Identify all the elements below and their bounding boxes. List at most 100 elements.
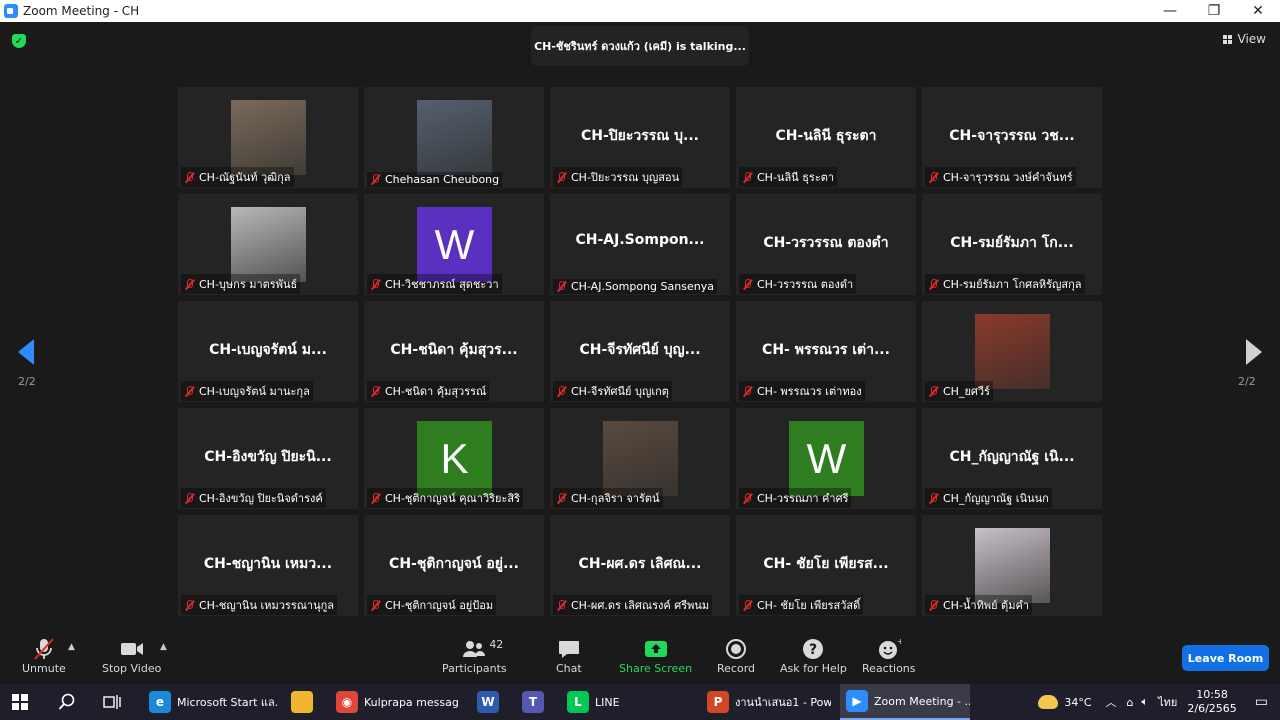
chat-button[interactable]: Chat [556,636,582,675]
participant-tile[interactable]: CH-จารุวรรณ วช... CH-จารุวรรณ วงษ์คำจันทร… [922,87,1102,188]
teams-icon: T [522,691,544,713]
temperature[interactable]: 34°C [1064,696,1091,709]
participant-tile[interactable]: CH-ชญานิน เหมว... CH-ชญานิน เหมวรรณานุกูล [178,515,358,616]
taskbar-app-folder[interactable] [285,684,321,720]
taskbar-app-teams[interactable]: T [516,684,552,720]
taskbar-app-word[interactable]: W [471,684,507,720]
security-shield-icon[interactable]: ✓ [12,34,26,48]
participant-name-label: CH-น้ำทิพย์ ตุ้มคำ [925,595,1032,615]
muted-mic-icon [742,492,753,504]
participant-video [975,314,1050,389]
muted-mic-icon [370,174,381,185]
record-label: Record [717,662,756,675]
muted-mic-icon [928,171,939,183]
participant-tile[interactable]: CH- พรรณวร เต่า... CH- พรรณวร เต่าทอง [736,301,916,402]
taskbar-app-line[interactable]: L LINE [561,684,671,720]
participant-name: CH-อิงขวัญ ปิยะนิจดำรงค์ [199,492,323,505]
participant-tile[interactable]: CH-จีรทัศนีย์ บุญ... CH-จีรทัศนีย์ บุญเกต… [550,301,730,402]
unmute-button[interactable]: Unmute [22,636,66,675]
taskbar-app-label: Zoom Meeting - ... [874,694,970,708]
line-icon: L [567,691,589,713]
participant-video [231,207,306,282]
participant-tile[interactable]: CH-ณัฐนันท์ วุฒิกุล [178,87,358,188]
participant-tile[interactable]: CH-นลินี ธุระตา CH-นลินี ธุระตา [736,87,916,188]
muted-mic-icon [556,492,567,504]
participant-tile[interactable]: CH-กุลจิรา จารัตน์ [550,408,730,509]
participant-name-label: CH-นลินี ธุระตา [739,167,838,187]
speaker-icon[interactable]: 🔈︎ [1142,695,1149,709]
video-options-caret-icon[interactable]: ▲ [160,642,167,652]
taskbar-app-label: Kulprapa messag... [364,695,460,709]
participant-tile[interactable]: CH-น้ำทิพย์ ตุ้มคำ [922,515,1102,616]
record-button[interactable]: Record [717,636,755,675]
svg-text:+: + [897,638,901,646]
participant-tile[interactable]: CH_ยศวีร์ [922,301,1102,402]
restore-button[interactable]: ❐ [1192,0,1236,22]
participant-tile[interactable]: CH-ชนิดา คุ้มสุวร... CH-ชนิดา คุ้มสุวรรณ์ [364,301,544,402]
task-view-button[interactable] [103,684,121,720]
participant-tile[interactable]: K CH-ชุติกาญจน์ คุณาวิริยะสิริ [364,408,544,509]
participant-name: CH-จารุวรรณ วงษ์คำจันทร์ [943,171,1073,184]
participant-tile[interactable]: CH-ผศ.ดร เลิศณ... CH-ผศ.ดร เลิศณรงค์ ศรีพ… [550,515,730,616]
leave-room-button[interactable]: Leave Room [1182,645,1269,671]
share-screen-button[interactable]: Share Screen [619,636,692,675]
search-button[interactable] [58,684,76,720]
participant-tile[interactable]: Chehasan Cheubong [364,87,544,188]
previous-page-button[interactable]: 2/2 [18,339,36,388]
muted-mic-icon [184,599,195,611]
minimize-button[interactable]: — [1148,0,1192,22]
participant-tile[interactable]: CH-รมย์รัมภา โก... CH-รมย์รัมภา โกศลหิรัญ… [922,194,1102,295]
clock[interactable]: 10:58 2/6/2565 [1187,688,1236,716]
participant-tile[interactable]: W CH-วิชชาภรณ์ สุดชะวา [364,194,544,295]
chevron-up-icon[interactable]: ︿ [1106,694,1117,710]
participant-tile[interactable]: CH-ปิยะวรรณ บุ... CH-ปิยะวรรณ บุญสอน [550,87,730,188]
participant-tile[interactable]: CH_กัญญาณัฐ เนิ... CH_กัญญาณัฐ เนินนก [922,408,1102,509]
participant-video [417,100,492,175]
language-indicator[interactable]: ไทย [1158,693,1177,711]
participant-tile[interactable]: W CH-วรรณภา คำศรี [736,408,916,509]
participants-count: 42 [489,638,504,651]
participant-display-name: CH-ชญานิน เหมว... [203,556,333,572]
taskbar-app-powerpoint[interactable]: P งานนำเสนอ1 - Pow... [701,684,831,720]
weather-icon[interactable] [1038,695,1059,709]
meeting-area: ✓ CH-ชัชรินทร์ ดวงแก้ว (เคมี) is talking… [0,22,1280,632]
participant-name-label: CH-ผศ.ดร เลิศณรงค์ ศรีพนม [553,595,713,615]
taskbar-app-edge[interactable]: e Microsoft Start แล... [143,684,278,720]
notification-icon[interactable]: ▭ [1255,694,1268,710]
participant-tile[interactable]: CH-บุษกร มาตรพันธ์ [178,194,358,295]
participant-tile[interactable]: CH- ชัยโย เพียรส... CH- ชัยโย เพียรสวัสดิ… [736,515,916,616]
audio-options-caret-icon[interactable]: ▲ [68,642,75,652]
participant-tile[interactable]: CH-อิงขวัญ ปิยะนิ... CH-อิงขวัญ ปิยะนิจดำ… [178,408,358,509]
participant-tile[interactable]: CH-ชุติกาญจน์ อยู่... CH-ชุติกาญจน์ อยู่ป… [364,515,544,616]
reactions-button[interactable]: + Reactions [862,636,916,675]
participant-tile[interactable]: CH-AJ.Sompon... CH-AJ.Sompong Sansenya [550,194,730,295]
windows-taskbar: e Microsoft Start แล... ◉ Kulprapa messag..… [0,684,1280,720]
close-button[interactable]: ✕ [1236,0,1280,22]
start-button[interactable] [12,684,28,720]
network-icon[interactable]: ⌂ [1127,696,1134,709]
stop-video-button[interactable]: Stop Video [102,636,161,675]
muted-mic-icon [31,636,57,662]
participant-name: Chehasan Cheubong [385,173,500,186]
participant-name-label: CH-ชนิดา คุ้มสุวรรณ์ [367,381,490,401]
participant-video [975,528,1050,603]
clock-time: 10:58 [1196,688,1228,701]
participant-name: CH-รมย์รัมภา โกศลหิรัญสกุล [943,278,1082,291]
muted-mic-icon [184,385,195,397]
ask-for-help-button[interactable]: ? Ask for Help [780,636,847,675]
task-view-icon [103,695,121,709]
taskbar-app-zoom[interactable]: ▶ Zoom Meeting - ... [840,684,970,720]
muted-mic-icon [556,599,567,611]
participant-name: CH-ณัฐนันท์ วุฒิกุล [199,171,291,184]
view-button[interactable]: View [1222,32,1266,46]
participant-gallery: CH-ณัฐนันท์ วุฒิกุล Chehasan Cheubong CH-ป… [178,87,1102,616]
participant-name-label: CH-วรรณภา คำศรี [739,488,852,508]
unmute-label: Unmute [22,662,66,675]
taskbar-app-chrome[interactable]: ◉ Kulprapa messag... [330,684,460,720]
meeting-toolbar: Unmute ▲ Stop Video ▲ 42 Participants Ch… [0,632,1280,684]
participants-button[interactable]: 42 Participants [442,636,507,675]
participant-tile[interactable]: CH-วรวรรณ ตองดำ CH-วรวรรณ ตองดำ [736,194,916,295]
participant-tile[interactable]: CH-เบญจรัตน์ ม... CH-เบญจรัตน์ มานะกุล [178,301,358,402]
powerpoint-icon: P [707,691,729,713]
next-page-button[interactable]: 2/2 [1238,339,1262,388]
